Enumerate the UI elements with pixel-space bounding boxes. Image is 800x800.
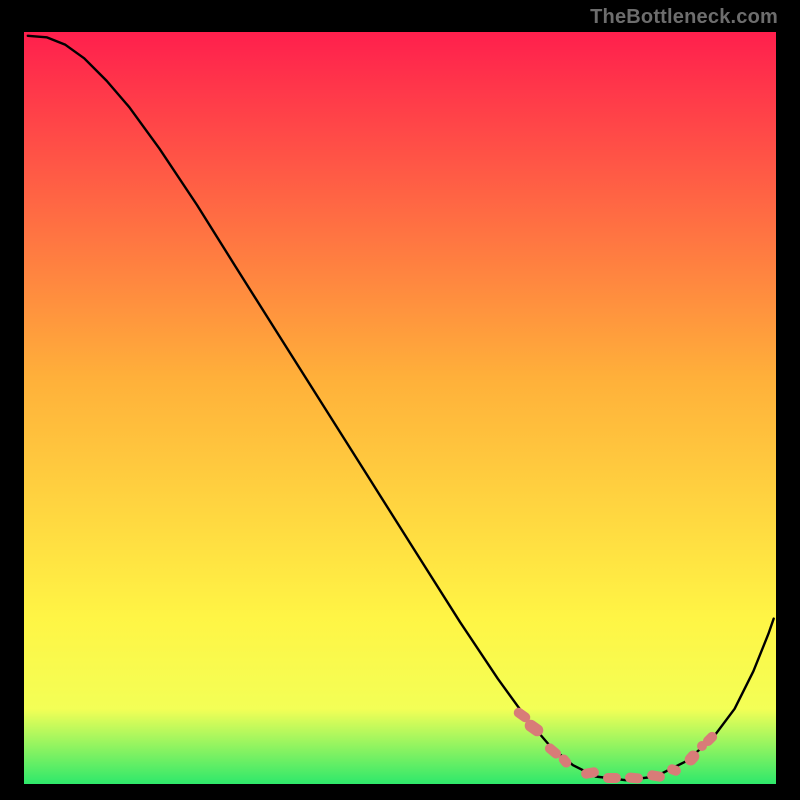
watermark-text: TheBottleneck.com xyxy=(590,6,778,29)
chart-stage: TheBottleneck.com xyxy=(0,0,800,800)
curve-marker xyxy=(603,773,621,783)
plot-background-gradient xyxy=(24,32,776,784)
curve-marker xyxy=(624,772,643,784)
